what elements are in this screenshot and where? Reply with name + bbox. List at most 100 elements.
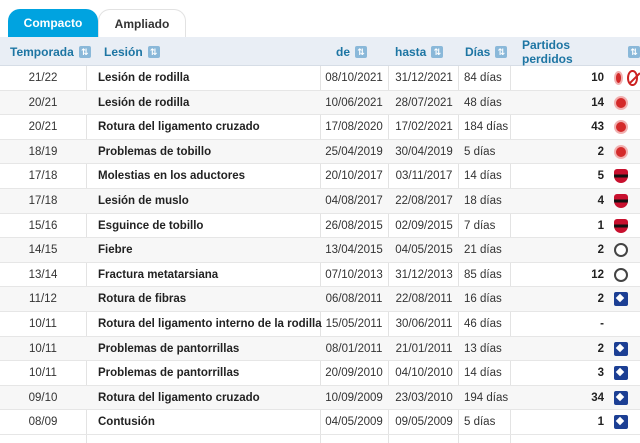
club-crest-icon[interactable] <box>614 71 624 85</box>
header-from[interactable]: de ⇅ <box>336 37 368 66</box>
to-date-cell: 28/07/2021 <box>395 96 453 109</box>
sort-icon[interactable]: ⇅ <box>355 45 368 58</box>
club-crest-icon[interactable] <box>614 193 628 208</box>
days-cell: 184 días <box>464 121 509 134</box>
from-date-cell: 06/08/2011 <box>325 293 383 306</box>
to-date-cell: 31/12/2021 <box>395 72 453 84</box>
injury-cell: Lesión de rodilla <box>98 96 190 109</box>
header-season-label: Temporada <box>10 44 74 59</box>
games-missed-cell: 1 <box>597 416 604 429</box>
table-row: 13/14 Fractura metatarsiana 07/10/2013 31/1… <box>0 263 640 288</box>
games-missed-cell: 1 <box>597 219 604 232</box>
days-cell: 7 días <box>464 219 496 232</box>
sort-icon[interactable]: ⇅ <box>431 45 444 58</box>
club-crest-icon[interactable] <box>614 218 628 233</box>
header-to[interactable]: hasta ⇅ <box>395 37 444 66</box>
to-date-cell: 09/05/2009 <box>395 416 453 429</box>
club-crest-icon[interactable] <box>614 390 628 405</box>
sort-icon[interactable]: ⇅ <box>495 45 508 58</box>
table-row: 14/15 Fiebre 13/04/2015 04/05/2015 21 días 2 <box>0 238 640 263</box>
injury-cell: Esguince de tobillo <box>98 219 204 232</box>
club-crest-icon[interactable] <box>614 144 628 159</box>
season-cell: 14/15 <box>28 244 58 257</box>
from-date-cell: 08/10/2021 <box>325 72 383 84</box>
club-crest-icon[interactable] <box>614 120 628 135</box>
season-cell: 20/21 <box>28 96 58 109</box>
header-to-label: hasta <box>395 44 427 59</box>
games-missed-cell: - <box>600 317 604 330</box>
tab-compact[interactable]: Compacto <box>8 9 98 37</box>
club-crest-icon[interactable] <box>614 267 628 282</box>
club-badges <box>608 164 638 188</box>
header-days[interactable]: Días ⇅ <box>465 37 508 66</box>
club-badges <box>608 287 638 311</box>
table-row: 10/11 Problemas de pantorrillas 20/09/2010… <box>0 361 640 386</box>
club-badges <box>608 386 638 410</box>
days-cell: 48 días <box>464 96 502 109</box>
to-date-cell: 23/03/2010 <box>395 391 453 404</box>
club-crest-icon[interactable] <box>614 292 628 307</box>
injury-cell: Rotura de fibras <box>98 293 187 306</box>
from-date-cell: 04/08/2017 <box>325 194 383 207</box>
header-games-missed[interactable]: Partidos perdidos ⇅ <box>522 37 640 66</box>
to-date-cell: 30/04/2019 <box>395 145 453 158</box>
days-cell: 85 días <box>464 268 502 281</box>
table-row: 10/11 Problemas de pantorrillas 08/01/2011… <box>0 336 640 362</box>
injury-cell: Rotura del ligamento cruzado <box>98 121 260 134</box>
club-badges <box>608 312 638 336</box>
club-badges <box>608 115 638 139</box>
club-crest-icon[interactable] <box>614 95 628 110</box>
days-cell: 84 días <box>464 72 502 84</box>
season-cell: 21/22 <box>28 72 58 84</box>
sort-icon[interactable]: ⇅ <box>78 45 91 58</box>
club-badges <box>608 189 638 213</box>
club-crest-icon[interactable] <box>614 366 628 381</box>
season-cell: 10/11 <box>29 317 57 330</box>
table-row: 20/21 Lesión de rodilla 10/06/2021 28/07/20… <box>0 90 640 116</box>
club-crest-icon[interactable] <box>614 243 628 258</box>
to-date-cell: 04/10/2010 <box>395 367 453 380</box>
tab-expanded[interactable]: Ampliado <box>98 9 186 37</box>
injury-cell: Lesión de rodilla <box>98 72 190 84</box>
header-season[interactable]: Temporada ⇅ <box>10 37 91 66</box>
games-missed-cell: 2 <box>597 244 604 257</box>
games-missed-cell: 3 <box>597 367 604 380</box>
from-date-cell: 10/06/2021 <box>325 96 383 109</box>
table-header: Temporada ⇅ Lesión ⇅ de ⇅ hasta ⇅ Días ⇅ Part… <box>0 37 640 66</box>
club-badges <box>608 238 638 262</box>
season-cell: 13/14 <box>28 268 58 281</box>
club-badges <box>608 263 638 287</box>
games-missed-cell: 43 <box>591 121 604 134</box>
season-cell: 18/19 <box>28 145 58 158</box>
from-date-cell: 25/04/2019 <box>325 145 383 158</box>
sort-icon[interactable]: ⇅ <box>628 45 640 58</box>
injury-cell: Fiebre <box>98 244 133 257</box>
to-date-cell: 30/06/2011 <box>395 317 453 330</box>
table-row: 18/19 Problemas de tobillo 25/04/2019 30/04… <box>0 139 640 165</box>
table-row: 15/16 Esguince de tobillo 26/08/2015 02/09/… <box>0 214 640 239</box>
club-badges <box>608 337 638 361</box>
days-cell: 14 días <box>464 170 502 183</box>
club-crest-icon[interactable] <box>614 169 628 184</box>
to-date-cell: 31/12/2013 <box>395 268 453 281</box>
club-crest-icon[interactable] <box>614 341 628 356</box>
season-cell: 17/18 <box>28 170 58 183</box>
games-missed-cell: 12 <box>591 268 604 281</box>
club-badges <box>608 66 638 90</box>
games-missed-cell: 2 <box>597 293 604 306</box>
sort-icon[interactable]: ⇅ <box>147 45 160 58</box>
header-from-label: de <box>336 44 351 59</box>
games-missed-cell: 14 <box>591 96 604 109</box>
days-cell: 18 días <box>464 194 502 207</box>
club-crest-icon[interactable] <box>614 415 628 430</box>
header-injury[interactable]: Lesión ⇅ <box>104 37 160 66</box>
table-row: 08/09 Contusión 04/05/2009 09/05/2009 5 días… <box>0 410 640 435</box>
from-date-cell: 20/10/2017 <box>325 170 383 183</box>
games-missed-cell: 2 <box>597 342 604 355</box>
header-games-missed-label: Partidos perdidos <box>522 37 573 66</box>
injury-cell: Lesión de muslo <box>98 194 189 207</box>
injury-cell: Problemas de pantorrillas <box>98 367 240 380</box>
from-date-cell: 17/08/2020 <box>325 121 383 134</box>
days-cell: 5 días <box>464 416 496 429</box>
from-date-cell: 20/09/2010 <box>325 367 383 380</box>
